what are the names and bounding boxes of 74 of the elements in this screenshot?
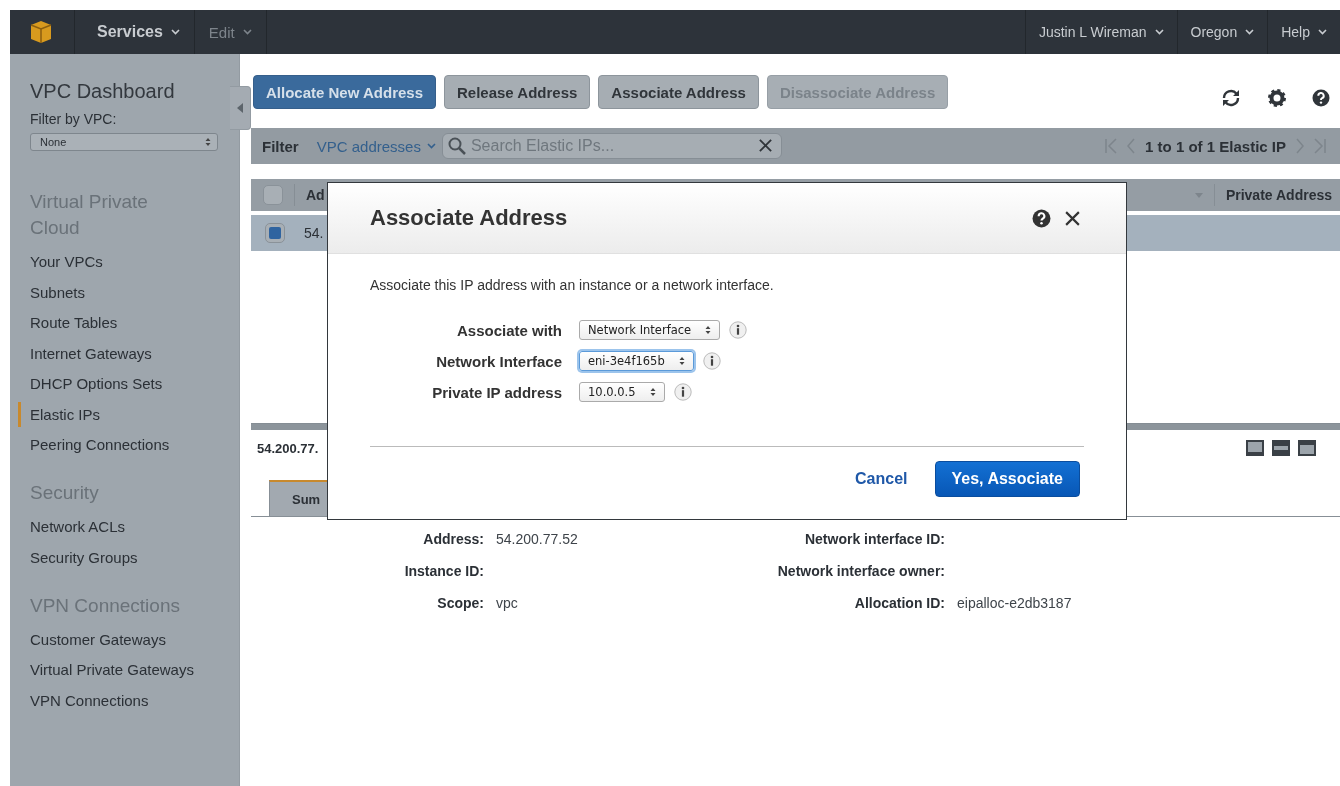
panel-layout-icon[interactable] (1246, 440, 1264, 456)
sidebar-item[interactable]: Customer Gateways (18, 626, 239, 652)
filter-label: Filter (262, 137, 299, 155)
field-value: 54.200.77.52 (495, 530, 579, 549)
updown-icon (649, 387, 656, 397)
sidebar-item[interactable]: VPN Connections (18, 687, 239, 713)
select-field[interactable]: 10.0.0.5 (579, 382, 665, 402)
field-value: eipalloc-e2db3187 (956, 594, 1073, 613)
sidebar-item[interactable]: Network ACLs (18, 514, 239, 539)
sidebar-item[interactable]: Route Tables (18, 310, 239, 335)
field-label: Private IP address (431, 383, 562, 401)
select-field[interactable]: eni-3e4f165b (579, 351, 694, 371)
nav-menu[interactable]: Oregon (1176, 10, 1268, 54)
chevron-icon (170, 29, 180, 35)
panel-layout-icon[interactable] (1298, 440, 1316, 456)
field-label: Network interface ID: (803, 530, 945, 549)
search-icon (447, 137, 466, 155)
updown-icon (205, 137, 211, 147)
filter-label: Filter by VPC: (30, 111, 118, 127)
sidebar-item[interactable]: Peering Connections (18, 432, 239, 457)
vpc-select[interactable]: None (30, 133, 218, 151)
chevron-icon (1318, 29, 1327, 35)
sidebar-title: VPC Dashboard (30, 80, 176, 103)
refresh-icon[interactable] (1220, 89, 1242, 107)
nav-menu[interactable]: Help (1267, 10, 1340, 54)
toolbar-button[interactable]: Associate Address (598, 75, 759, 109)
panel-layout-icon[interactable] (1272, 440, 1290, 456)
updown-icon (678, 356, 685, 366)
column-header[interactable]: Ad (306, 187, 325, 203)
detail-tab[interactable]: Sum (269, 480, 329, 516)
dialog-description: Associate this IP address with an instance or a network interface. (370, 277, 775, 293)
close-icon[interactable] (1064, 209, 1081, 227)
chevron-icon (1154, 29, 1164, 35)
field-label: Network Interface (435, 352, 562, 370)
select-field[interactable]: Network Interface (579, 320, 721, 340)
field-label: Address: (422, 530, 484, 549)
select-all-checkbox[interactable] (263, 185, 283, 205)
updown-icon (705, 325, 712, 335)
info-icon[interactable] (673, 383, 692, 401)
field-label: Network interface owner: (776, 562, 945, 581)
field-label: Instance ID: (403, 562, 484, 581)
toolbar-button[interactable]: Release Address (444, 75, 591, 109)
sidebar-item[interactable]: Internet Gateways (18, 340, 239, 366)
sidebar-item[interactable]: Your VPCs (18, 249, 239, 274)
field-label: Allocation ID: (853, 594, 945, 613)
help-icon[interactable] (1312, 89, 1330, 107)
nav-menu[interactable]: Justin L Wireman (1024, 10, 1177, 54)
collapse-handle[interactable] (230, 86, 251, 130)
info-icon[interactable] (702, 352, 721, 370)
table-cell: 54. (304, 225, 324, 241)
toolbar-button[interactable]: Allocate New Address (253, 75, 436, 109)
pagination-text: 1 to 1 of 1 Elastic IP (1145, 137, 1286, 155)
chevron-icon (242, 29, 252, 35)
column-header[interactable]: Private Address (1225, 187, 1340, 203)
sidebar-item[interactable]: Elastic IPs (18, 401, 239, 427)
sidebar-item[interactable]: DHCP Options Sets (18, 371, 239, 396)
sidebar-item[interactable]: Virtual Private Gateways (18, 657, 239, 682)
associate-button[interactable]: Yes, Associate (934, 461, 1080, 497)
close-icon[interactable] (757, 138, 773, 153)
settings-icon[interactable] (1268, 89, 1286, 107)
row-checkbox[interactable] (265, 223, 285, 243)
sidebar-item[interactable]: Subnets (18, 279, 239, 305)
chevron-icon (426, 143, 436, 149)
sidebar-item[interactable]: Security Groups (18, 544, 239, 570)
dialog-title: Associate Address (370, 205, 568, 231)
cancel-link[interactable]: Cancel (855, 470, 908, 488)
help-icon[interactable] (1032, 208, 1051, 228)
chevron-icon (1245, 29, 1255, 35)
field-label: Associate with (455, 321, 562, 339)
field-label: Scope: (436, 594, 484, 613)
field-value: vpc (495, 594, 519, 613)
cube-logo-icon[interactable] (30, 20, 52, 44)
info-icon[interactable] (729, 321, 748, 339)
detail-title: 54.200.77. (257, 440, 319, 456)
